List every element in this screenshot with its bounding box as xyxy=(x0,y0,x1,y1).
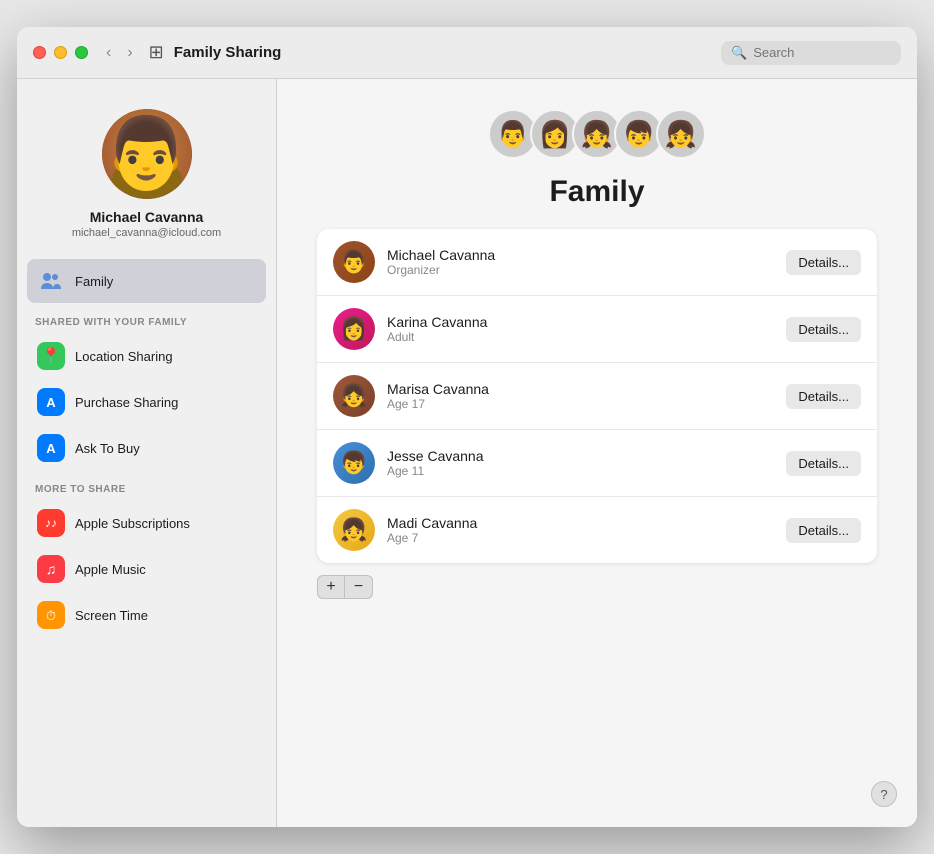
member-info-madi: Madi Cavanna Age 7 xyxy=(387,515,774,545)
svg-text:♪♪: ♪♪ xyxy=(45,516,57,530)
table-row: 👨 Michael Cavanna Organizer Details... xyxy=(317,229,877,296)
sidebar-item-screen-time[interactable]: ⏱ Screen Time xyxy=(27,593,266,637)
search-input[interactable] xyxy=(753,45,893,60)
screen-time-icon: ⏱ xyxy=(37,601,65,629)
section-label-more: MORE TO SHARE xyxy=(27,472,266,501)
member-role-madi: Age 7 xyxy=(387,531,774,545)
sidebar-item-music-label: Apple Music xyxy=(75,562,146,577)
purchase-icon: A xyxy=(37,388,65,416)
location-icon: 📍 xyxy=(37,342,65,370)
sidebar-item-location-sharing[interactable]: 📍 Location Sharing xyxy=(27,334,266,378)
table-row: 👧 Marisa Cavanna Age 17 Details... xyxy=(317,363,877,430)
titlebar: ‹ › ⊞ Family Sharing 🔍 xyxy=(17,27,917,79)
member-name-madi: Madi Cavanna xyxy=(387,515,774,531)
member-info-michael: Michael Cavanna Organizer xyxy=(387,247,774,277)
remove-member-button[interactable]: − xyxy=(345,575,373,599)
sidebar-item-purchase-label: Purchase Sharing xyxy=(75,395,178,410)
family-avatars-row: 👨 👩 👧 👦 👧 xyxy=(488,109,706,159)
member-info-marisa: Marisa Cavanna Age 17 xyxy=(387,381,774,411)
member-name-karina: Karina Cavanna xyxy=(387,314,774,330)
table-row: 👦 Jesse Cavanna Age 11 Details... xyxy=(317,430,877,497)
sidebar-family-section: Family xyxy=(17,259,276,305)
member-info-karina: Karina Cavanna Adult xyxy=(387,314,774,344)
user-profile-section: Michael Cavanna michael_cavanna@icloud.c… xyxy=(17,99,276,259)
family-icon xyxy=(37,267,65,295)
details-button-madi[interactable]: Details... xyxy=(786,518,861,543)
user-name: Michael Cavanna xyxy=(90,209,204,225)
main-panel: 👨 👩 👧 👦 👧 Family 👨 Michael Cavanna Organ… xyxy=(277,79,917,827)
member-avatar-madi: 👧 xyxy=(333,509,375,551)
member-name-michael: Michael Cavanna xyxy=(387,247,774,263)
details-button-marisa[interactable]: Details... xyxy=(786,384,861,409)
svg-text:A: A xyxy=(46,395,56,410)
member-name-marisa: Marisa Cavanna xyxy=(387,381,774,397)
sidebar-item-screen-time-label: Screen Time xyxy=(75,608,148,623)
shared-with-family-section: SHARED WITH YOUR FAMILY 📍 Location Shari… xyxy=(17,305,276,472)
traffic-lights xyxy=(33,46,88,59)
add-member-button[interactable]: + xyxy=(317,575,345,599)
main-window: ‹ › ⊞ Family Sharing 🔍 Michael Cavanna m… xyxy=(17,27,917,827)
grid-button[interactable]: ⊞ xyxy=(149,42,164,63)
avatar-madi: 👧 xyxy=(656,109,706,159)
member-role-michael: Organizer xyxy=(387,263,774,277)
sidebar-item-family[interactable]: Family xyxy=(27,259,266,303)
sidebar-item-ask-to-buy-label: Ask To Buy xyxy=(75,441,140,456)
main-content: Michael Cavanna michael_cavanna@icloud.c… xyxy=(17,79,917,827)
details-button-jesse[interactable]: Details... xyxy=(786,451,861,476)
window-title: Family Sharing xyxy=(174,44,721,61)
table-row: 👧 Madi Cavanna Age 7 Details... xyxy=(317,497,877,563)
sidebar-item-family-label: Family xyxy=(75,274,113,289)
sidebar-item-apple-subscriptions[interactable]: ♪♪ Apple Subscriptions xyxy=(27,501,266,545)
details-button-michael[interactable]: Details... xyxy=(786,250,861,275)
sidebar: Michael Cavanna michael_cavanna@icloud.c… xyxy=(17,79,277,827)
close-button[interactable] xyxy=(33,46,46,59)
family-list: 👨 Michael Cavanna Organizer Details... 👩… xyxy=(317,229,877,563)
sidebar-item-purchase-sharing[interactable]: A Purchase Sharing xyxy=(27,380,266,424)
list-controls: + − xyxy=(317,575,373,599)
sidebar-item-apple-music[interactable]: ♫ Apple Music xyxy=(27,547,266,591)
search-icon: 🔍 xyxy=(731,45,747,61)
sidebar-item-ask-to-buy[interactable]: A Ask To Buy xyxy=(27,426,266,470)
member-name-jesse: Jesse Cavanna xyxy=(387,448,774,464)
back-button[interactable]: ‹ xyxy=(100,42,117,64)
subscriptions-icon: ♪♪ xyxy=(37,509,65,537)
family-title: Family xyxy=(549,175,644,209)
ask-to-buy-icon: A xyxy=(37,434,65,462)
user-email: michael_cavanna@icloud.com xyxy=(72,227,221,239)
minimize-button[interactable] xyxy=(54,46,67,59)
svg-text:♫: ♫ xyxy=(46,561,57,577)
sidebar-item-location-label: Location Sharing xyxy=(75,349,173,364)
member-role-marisa: Age 17 xyxy=(387,397,774,411)
member-role-jesse: Age 11 xyxy=(387,464,774,478)
sidebar-item-subscriptions-label: Apple Subscriptions xyxy=(75,516,190,531)
member-role-karina: Adult xyxy=(387,330,774,344)
section-label-shared: SHARED WITH YOUR FAMILY xyxy=(27,305,266,334)
maximize-button[interactable] xyxy=(75,46,88,59)
svg-text:⏱: ⏱ xyxy=(46,608,56,623)
more-to-share-section: MORE TO SHARE ♪♪ Apple Subscriptions xyxy=(17,472,276,639)
search-bar: 🔍 xyxy=(721,41,901,65)
member-avatar-jesse: 👦 xyxy=(333,442,375,484)
forward-button[interactable]: › xyxy=(121,42,138,64)
music-icon: ♫ xyxy=(37,555,65,583)
member-avatar-marisa: 👧 xyxy=(333,375,375,417)
avatar xyxy=(102,109,192,199)
details-button-karina[interactable]: Details... xyxy=(786,317,861,342)
member-avatar-michael: 👨 xyxy=(333,241,375,283)
help-button[interactable]: ? xyxy=(871,781,897,807)
svg-text:A: A xyxy=(46,441,56,456)
member-info-jesse: Jesse Cavanna Age 11 xyxy=(387,448,774,478)
member-avatar-karina: 👩 xyxy=(333,308,375,350)
table-row: 👩 Karina Cavanna Adult Details... xyxy=(317,296,877,363)
nav-buttons: ‹ › xyxy=(100,42,139,64)
